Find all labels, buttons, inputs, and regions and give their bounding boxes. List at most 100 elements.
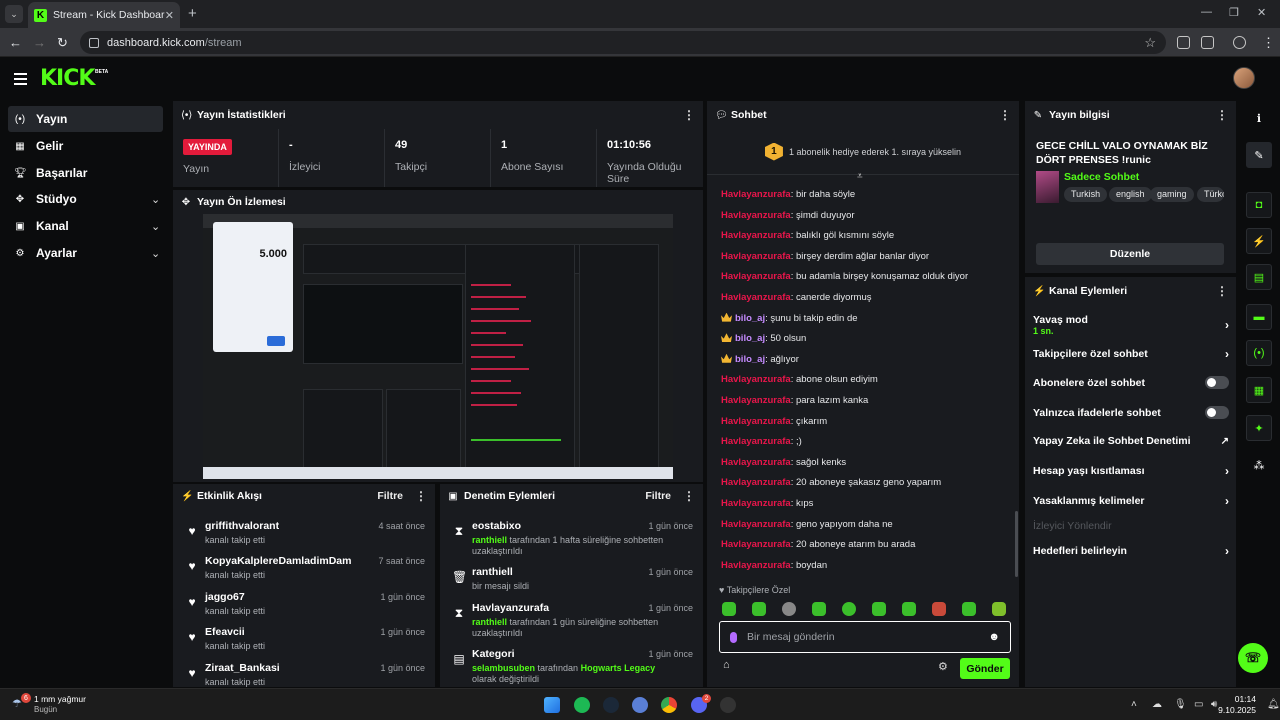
profile-icon[interactable] xyxy=(1233,36,1246,49)
emote-icon[interactable] xyxy=(992,602,1006,616)
address-bar[interactable]: dashboard.kick.com/stream ☆ xyxy=(80,31,1166,54)
more-options-icon[interactable]: ⋮ xyxy=(415,489,427,503)
chat-username[interactable]: Havlayanzurafa xyxy=(721,189,791,200)
kick-logo[interactable]: KICK xyxy=(40,66,95,91)
chat-username[interactable]: Havlayanzurafa xyxy=(721,436,791,447)
followers-only-chat-row[interactable]: Takipçilere özel sohbet › xyxy=(1033,347,1229,361)
scan-icon[interactable]: ◘ xyxy=(1246,192,1272,218)
chat-username[interactable]: bilo_aj xyxy=(735,354,765,365)
back-button[interactable]: ← xyxy=(9,35,22,50)
chat-scrollbar[interactable] xyxy=(1015,511,1018,577)
moderator-name[interactable]: selambusuben xyxy=(472,663,535,673)
chat-username[interactable]: bilo_aj xyxy=(735,333,765,344)
mic-tray-icon[interactable]: 🎙︎ xyxy=(1174,699,1187,710)
event-user[interactable]: Efeavcii xyxy=(205,626,245,638)
close-window-button[interactable]: ✕ xyxy=(1257,6,1266,19)
pinned-gift-banner[interactable]: 1 1 abonelik hediye ederek 1. sıraya yük… xyxy=(707,129,1019,175)
filter-button[interactable]: Filtre xyxy=(377,490,403,502)
chat-username[interactable]: Havlayanzurafa xyxy=(721,210,791,221)
emotes-only-toggle[interactable] xyxy=(1205,406,1229,419)
sidebar-item-kanal[interactable]: ▣ Kanal ⌄ xyxy=(8,213,163,239)
event-user[interactable]: ranthiell xyxy=(472,566,513,578)
sidebar-item-gelir[interactable]: ▦ Gelir xyxy=(8,133,163,159)
category-name[interactable]: Hogwarts Legacy xyxy=(581,663,656,673)
emote-icon[interactable] xyxy=(782,602,796,616)
tab-close-icon[interactable]: ✕ xyxy=(165,9,174,22)
bolt-icon[interactable]: ⚡ xyxy=(1246,228,1272,254)
document-icon[interactable]: ▤ xyxy=(1246,264,1272,290)
event-user[interactable]: eostabixo xyxy=(472,520,521,532)
emote-icon[interactable] xyxy=(962,602,976,616)
chat-username[interactable]: Havlayanzurafa xyxy=(721,251,791,262)
notifications-icon[interactable]: 🔔︎ xyxy=(1267,699,1280,710)
emoji-icon[interactable]: ☻ xyxy=(988,631,1000,643)
obs-icon[interactable] xyxy=(720,697,736,713)
new-tab-button[interactable]: + xyxy=(188,5,197,22)
stream-preview-video[interactable]: 5.000 xyxy=(203,214,673,479)
set-goals-row[interactable]: Hedefleri belirleyin › xyxy=(1033,544,1229,558)
account-age-row[interactable]: Hesap yaşı kısıtlaması › xyxy=(1033,464,1229,478)
more-options-icon[interactable]: ⋮ xyxy=(1216,108,1228,122)
chat-message-input[interactable]: Bir mesaj gönderin ☻ xyxy=(719,621,1011,653)
chrome-icon[interactable] xyxy=(661,697,677,713)
subscribers-only-toggle[interactable] xyxy=(1205,376,1229,389)
more-options-icon[interactable]: ⋮ xyxy=(683,489,695,503)
site-info-icon[interactable] xyxy=(89,37,99,48)
edit-button[interactable]: Düzenle xyxy=(1036,243,1224,265)
event-user[interactable]: KopyaKalplereDamladimDam xyxy=(205,555,351,567)
taskbar-clock[interactable]: 01:14 9.10.2025 xyxy=(1218,694,1256,716)
browser-menu-icon[interactable]: ⋮ xyxy=(1262,35,1275,51)
add-widget-icon[interactable]: ⁂ xyxy=(1246,452,1272,478)
more-options-icon[interactable]: ⋮ xyxy=(683,108,695,122)
emote-icon[interactable] xyxy=(872,602,886,616)
help-chat-button[interactable]: ☏ xyxy=(1238,643,1268,673)
windows-start-icon[interactable] xyxy=(544,697,560,713)
display-icon[interactable]: ▭ xyxy=(1194,699,1203,710)
maximize-button[interactable]: ❐ xyxy=(1229,6,1239,19)
cloud-icon[interactable]: ☁ xyxy=(1152,699,1162,710)
chat-username[interactable]: Havlayanzurafa xyxy=(721,539,791,550)
broadcast-icon[interactable]: (•) xyxy=(1246,340,1272,366)
tray-expand-icon[interactable]: ˄ xyxy=(1131,699,1137,710)
chat-username[interactable]: Havlayanzurafa xyxy=(721,477,791,488)
emote-icon[interactable] xyxy=(812,602,826,616)
chat-username[interactable]: Havlayanzurafa xyxy=(721,271,791,282)
sidebar-item-studyo[interactable]: ✥ Stüdyo ⌄ xyxy=(8,186,163,212)
slow-mode-row[interactable]: Yavaş mod 1 sn. › xyxy=(1033,314,1229,336)
emote-icon[interactable] xyxy=(842,602,856,616)
extension-icon[interactable] xyxy=(1177,36,1190,49)
browser-tab[interactable]: K Stream - Kick Dashboard ✕ xyxy=(28,2,180,28)
forward-button[interactable]: → xyxy=(33,35,46,50)
emote-icon[interactable] xyxy=(752,602,766,616)
chat-username[interactable]: bilo_aj xyxy=(735,313,765,324)
menu-hamburger-icon[interactable] xyxy=(14,73,27,88)
ai-moderation-row[interactable]: Yapay Zeka ile Sohbet Denetimi ↗ xyxy=(1033,435,1229,447)
emote-icon[interactable] xyxy=(722,602,736,616)
chat-username[interactable]: Havlayanzurafa xyxy=(721,457,791,468)
mic-icon[interactable] xyxy=(730,631,737,643)
chat-bubble-icon[interactable]: ▬ xyxy=(1246,304,1272,330)
weather-text[interactable]: 1 mm yağmur xyxy=(34,694,86,704)
moderator-name[interactable]: ranthiell xyxy=(472,535,507,545)
sidebar-item-yayin[interactable]: (•) Yayın xyxy=(8,106,163,132)
wrench-icon[interactable]: ✦ xyxy=(1246,415,1272,441)
minimize-button[interactable]: — xyxy=(1201,6,1212,18)
more-options-icon[interactable]: ⋮ xyxy=(1216,284,1228,298)
steam-icon[interactable] xyxy=(603,697,619,713)
event-user[interactable]: griffithvalorant xyxy=(205,520,279,532)
chat-username[interactable]: Havlayanzurafa xyxy=(721,519,791,530)
emote-icon[interactable] xyxy=(902,602,916,616)
info-icon[interactable]: ℹ xyxy=(1246,105,1272,131)
event-user[interactable]: jaggo67 xyxy=(205,591,245,603)
tab-search-button[interactable]: ⌄ xyxy=(5,5,23,23)
user-avatar[interactable] xyxy=(1233,67,1255,89)
category-name[interactable]: Sadece Sohbet xyxy=(1064,171,1139,183)
moderator-name[interactable]: ranthiell xyxy=(472,617,507,627)
layout-icon[interactable]: ▦ xyxy=(1246,377,1272,403)
emote-icon[interactable] xyxy=(932,602,946,616)
chat-username[interactable]: Havlayanzurafa xyxy=(721,374,791,385)
store-icon[interactable]: ⌂ xyxy=(723,659,730,671)
chat-username[interactable]: Havlayanzurafa xyxy=(721,498,791,509)
extensions-puzzle-icon[interactable] xyxy=(1201,36,1214,49)
send-button[interactable]: Gönder xyxy=(960,658,1010,679)
